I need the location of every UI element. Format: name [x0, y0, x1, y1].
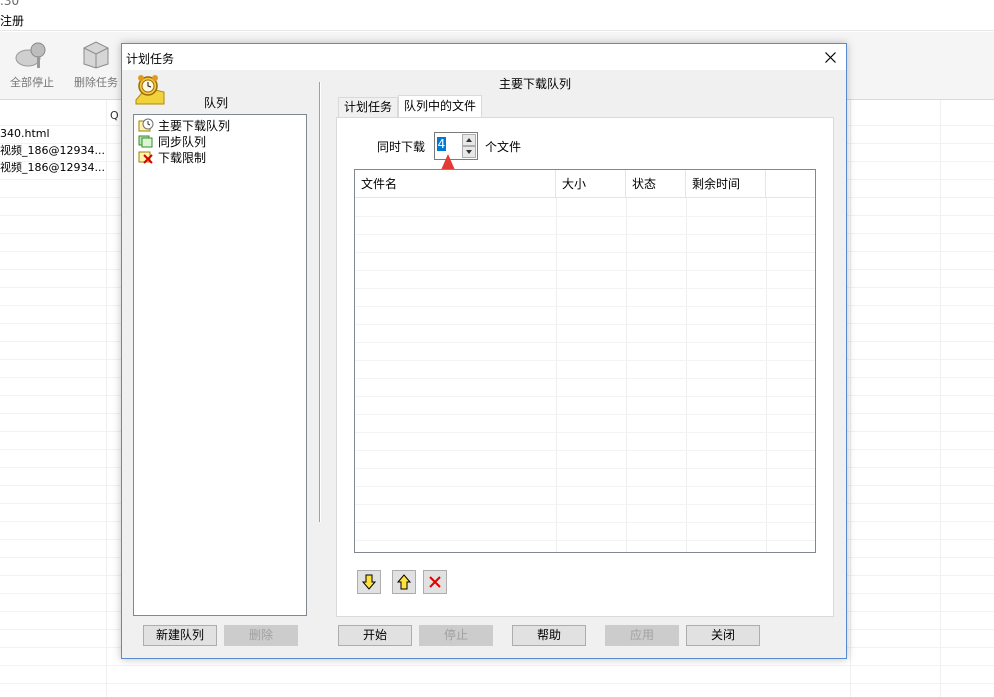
background-title-fragment: .30 — [0, 0, 20, 8]
tab-schedule[interactable]: 计划任务 — [338, 97, 399, 117]
queue-files-table[interactable]: 文件名 大小 状态 剩余时间 — [354, 169, 816, 553]
dialog-title: 计划任务 — [126, 52, 175, 66]
grid-line — [850, 100, 851, 697]
delete-task-label: 删除任务 — [74, 76, 118, 89]
background-column-fragment: Q — [110, 109, 119, 122]
concurrent-downloads-label: 同时下载 — [377, 140, 426, 154]
grid-line — [355, 540, 815, 541]
stop-all-icon — [14, 38, 50, 70]
start-button[interactable]: 开始 — [338, 625, 412, 646]
schedule-task-dialog: 计划任务 队列 主要下载队列 同步队列 下载限制 主要下载队列 计划任务 队列中… — [121, 43, 847, 659]
table-header: 文件名 大小 状态 剩余时间 — [355, 170, 815, 198]
column-header-time-left[interactable]: 剩余时间 — [686, 170, 766, 198]
grid-line — [355, 342, 815, 343]
stop-all-label: 全部停止 — [10, 76, 54, 89]
background-menu-bar: 注册 — [0, 11, 994, 31]
download-limit-icon — [138, 151, 153, 164]
delete-queue-button[interactable]: 删除 — [224, 625, 298, 646]
tree-item-label: 下载限制 — [158, 150, 207, 165]
grid-line — [355, 288, 815, 289]
grid-line — [355, 486, 815, 487]
tree-item-sync-queue[interactable]: 同步队列 — [134, 133, 306, 149]
grid-line — [0, 665, 994, 666]
grid-line — [940, 100, 941, 697]
tab-panel-files-in-queue: 同时下载 4 个文件 文件名 大小 状态 剩余时间 — [336, 117, 834, 617]
grid-line — [355, 378, 815, 379]
grid-line — [355, 414, 815, 415]
dialog-title-bar[interactable]: 计划任务 — [122, 44, 846, 70]
files-unit-label: 个文件 — [485, 140, 522, 154]
move-down-button[interactable] — [357, 570, 381, 594]
column-header-file-name[interactable]: 文件名 — [355, 170, 556, 198]
queue-list-header: 队列 — [204, 96, 229, 110]
grid-line — [355, 306, 815, 307]
background-task-list: 340.html 视频_186@12934... 视频_186@12934... — [0, 125, 120, 176]
chevron-down-icon — [466, 150, 472, 154]
sync-queue-icon — [138, 135, 153, 148]
grid-line — [106, 100, 107, 697]
new-queue-button[interactable]: 新建队列 — [143, 625, 217, 646]
delete-task-button[interactable]: 删除任务 — [66, 38, 126, 90]
main-queue-icon — [138, 118, 154, 132]
concurrent-downloads-selected-text: 4 — [437, 137, 446, 151]
pane-separator — [319, 82, 321, 522]
grid-line — [355, 468, 815, 469]
tree-item-main-queue[interactable]: 主要下载队列 — [134, 117, 306, 133]
column-header-size[interactable]: 大小 — [556, 170, 626, 198]
arrow-up-icon — [396, 574, 412, 590]
move-up-button[interactable] — [392, 570, 416, 594]
grid-line — [355, 216, 815, 217]
grid-line — [355, 396, 815, 397]
alarm-clock-icon — [132, 74, 168, 110]
grid-line — [355, 450, 815, 451]
list-item[interactable]: 340.html — [0, 125, 120, 142]
queue-tree[interactable]: 主要下载队列 同步队列 下载限制 — [133, 114, 307, 616]
close-button[interactable]: 关闭 — [686, 625, 760, 646]
grid-line — [355, 360, 815, 361]
tree-item-download-limit[interactable]: 下载限制 — [134, 149, 306, 165]
menu-item-register[interactable]: 注册 — [0, 12, 24, 29]
stop-all-button[interactable]: 全部停止 — [2, 38, 62, 90]
stop-button[interactable]: 停止 — [419, 625, 493, 646]
spin-down-button[interactable] — [462, 146, 476, 158]
tree-item-label: 主要下载队列 — [158, 118, 231, 133]
grid-line — [355, 234, 815, 235]
selected-queue-title: 主要下载队列 — [499, 77, 572, 91]
apply-button[interactable]: 应用 — [605, 625, 679, 646]
tab-files-in-queue[interactable]: 队列中的文件 — [398, 95, 483, 117]
grid-line — [355, 270, 815, 271]
grid-line — [355, 252, 815, 253]
arrow-down-icon — [361, 574, 377, 590]
grid-line — [0, 683, 994, 684]
grid-line — [355, 324, 815, 325]
grid-line — [355, 522, 815, 523]
grid-line — [355, 432, 815, 433]
tree-item-label: 同步队列 — [158, 134, 207, 149]
chevron-up-icon — [466, 138, 472, 142]
close-window-button[interactable] — [814, 44, 846, 70]
spin-up-button[interactable] — [462, 134, 476, 146]
list-item[interactable]: 视频_186@12934... — [0, 142, 120, 159]
remove-x-icon — [429, 576, 441, 588]
column-header-status[interactable]: 状态 — [626, 170, 686, 198]
remove-file-button[interactable] — [423, 570, 447, 594]
grid-line — [355, 504, 815, 505]
help-button[interactable]: 帮助 — [512, 625, 586, 646]
delete-task-icon — [78, 38, 114, 70]
close-icon — [824, 51, 836, 63]
